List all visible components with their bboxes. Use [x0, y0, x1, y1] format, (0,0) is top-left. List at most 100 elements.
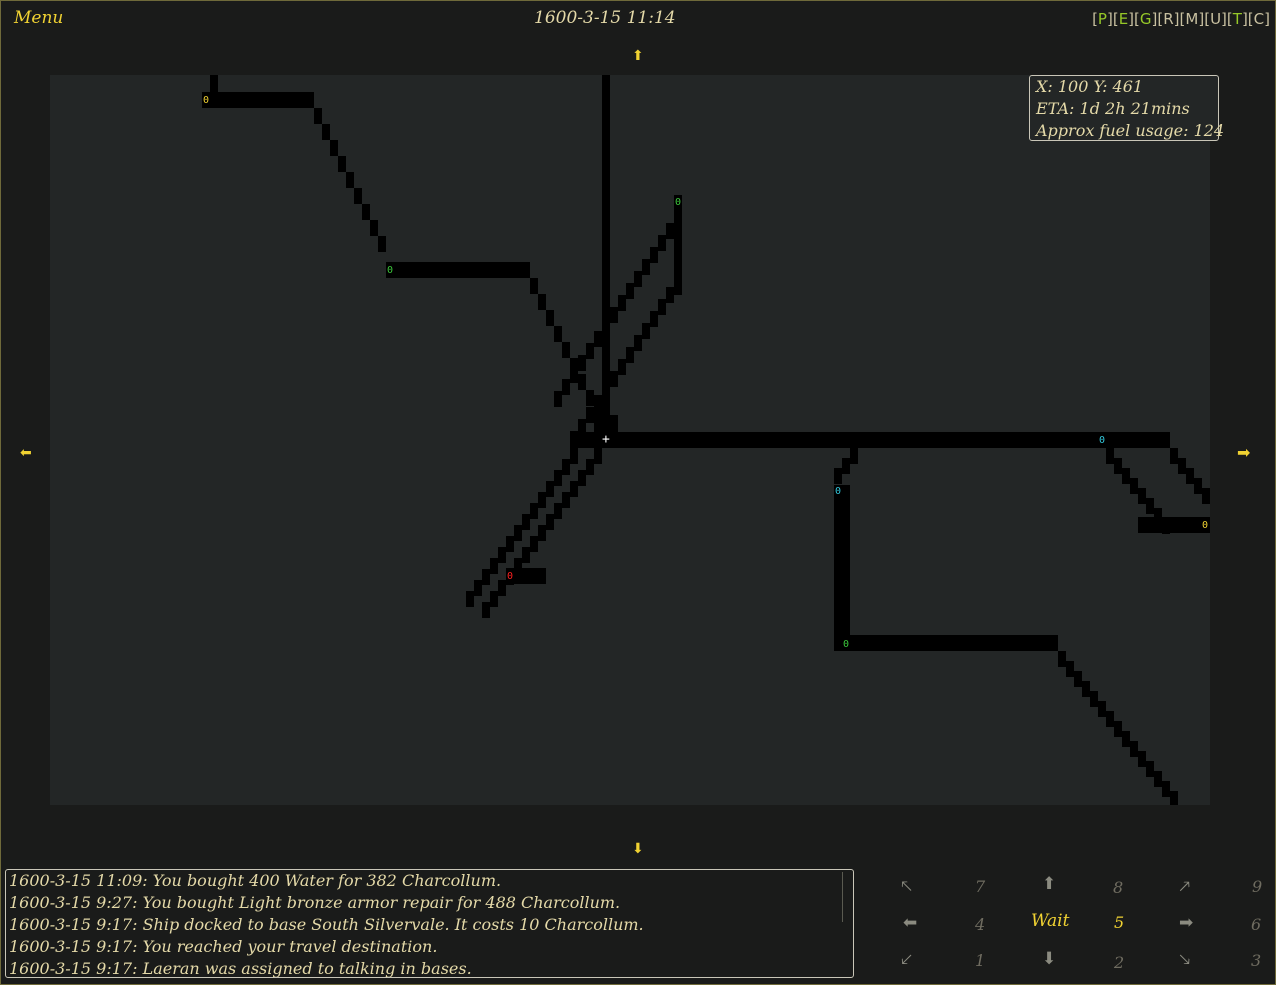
menu-button[interactable]: Menu [14, 8, 63, 28]
route-segment [538, 525, 546, 541]
key-hint: 6 [1251, 915, 1262, 934]
route-segment [554, 326, 562, 342]
fuel-usage: Approx fuel usage: 124 [1036, 121, 1225, 140]
route-segment [338, 156, 346, 172]
route-segment [466, 591, 474, 607]
map-base-marker[interactable]: 0 [835, 487, 841, 497]
route-segment [602, 383, 610, 399]
map-scroll-down-icon[interactable]: ⬇ [632, 842, 644, 856]
route-segment [634, 335, 642, 351]
route-segment [658, 235, 666, 251]
route-segment [514, 525, 522, 541]
route-segment [562, 379, 570, 395]
route-segment [586, 343, 594, 359]
travel-info-panel: X: 100 Y: 461 ETA: 1d 2h 21mins Approx f… [1029, 75, 1225, 141]
tab-upgrade[interactable]: U [1210, 10, 1221, 28]
log-scrollbar[interactable] [842, 872, 843, 922]
route-segment [1114, 721, 1122, 737]
route-segment [570, 367, 578, 383]
map-base-marker[interactable]: 0 [843, 640, 849, 650]
map-roads [202, 75, 1210, 805]
route-segment [562, 459, 570, 475]
route-segment [1146, 498, 1154, 514]
move-southeast-button[interactable]: 🡖 [1179, 947, 1190, 976]
route-segment [1122, 731, 1130, 747]
route-segment [1138, 751, 1146, 767]
move-west-button[interactable]: ⬅ [903, 913, 917, 933]
route-segment [490, 591, 498, 607]
move-south-button[interactable]: ⬇ [1042, 949, 1056, 969]
tab-pilot[interactable]: P [1098, 10, 1107, 28]
route-segment [1194, 478, 1202, 494]
key-hint: 4 [975, 915, 986, 934]
tab-engineer[interactable]: E [1119, 10, 1128, 28]
map-base-marker[interactable]: 0 [1099, 436, 1105, 446]
route-segment [1130, 741, 1138, 757]
route-segment [570, 481, 578, 497]
tab-cleaner[interactable]: C [1254, 10, 1264, 28]
sky-map[interactable]: 0 0 0 0 0 0 0 0 + [50, 75, 1210, 805]
route-segment [618, 359, 626, 375]
map-base-marker[interactable]: 0 [203, 96, 209, 106]
route-segment [506, 536, 514, 552]
route-segment [354, 188, 362, 204]
route-segment [1138, 488, 1146, 504]
route-segment [610, 371, 618, 387]
map-base-marker[interactable]: 0 [1202, 521, 1208, 531]
tab-medic[interactable]: M [1185, 10, 1198, 28]
route-segment [554, 391, 562, 407]
route-segment [1186, 468, 1194, 484]
route-segment [322, 124, 330, 140]
key-hint: 8 [1113, 878, 1124, 897]
route-segment [1162, 781, 1170, 797]
route-segment [346, 172, 354, 188]
top-tabs: [P][E][G][R][M][U][T][C] [1092, 10, 1270, 28]
route-segment [570, 432, 1170, 448]
route-segment [834, 468, 842, 484]
move-north-button[interactable]: ⬆ [1042, 874, 1056, 894]
key-hint: 3 [1251, 951, 1262, 970]
move-northeast-button[interactable]: 🡕 [1179, 874, 1190, 903]
map-base-marker[interactable]: 0 [675, 198, 681, 208]
route-segment [1130, 478, 1138, 494]
map-base-marker[interactable]: 0 [387, 266, 393, 276]
map-scroll-up-icon[interactable]: ⬆ [632, 49, 644, 63]
route-segment [850, 448, 858, 464]
route-segment [538, 492, 546, 508]
route-segment [562, 492, 570, 508]
route-segment [578, 419, 586, 435]
route-segment [1162, 518, 1170, 534]
tab-repair[interactable]: R [1163, 10, 1173, 28]
route-segment [530, 278, 538, 294]
travel-eta: ETA: 1d 2h 21mins [1036, 99, 1190, 118]
route-segment [674, 211, 682, 227]
wait-button[interactable]: Wait [1031, 911, 1069, 931]
route-segment [842, 458, 850, 474]
route-segment [610, 307, 618, 323]
route-segment [666, 287, 674, 303]
move-east-button[interactable]: ➡ [1179, 913, 1193, 933]
route-segment [594, 331, 602, 347]
move-southwest-button[interactable]: 🡗 [901, 947, 912, 976]
route-segment [370, 220, 378, 236]
move-northwest-button[interactable]: 🡔 [901, 874, 912, 903]
map-scroll-left-icon[interactable]: ⬅ [20, 446, 32, 460]
route-segment [202, 92, 314, 108]
log-message: 1600-3-15 9:17: Ship docked to base Sout… [9, 915, 644, 934]
route-segment [674, 275, 682, 291]
route-segment [1202, 488, 1210, 504]
log-message: 1600-3-15 9:27: You bought Light bronze … [9, 893, 621, 912]
tab-trader[interactable]: T [1233, 10, 1242, 28]
route-segment [578, 374, 586, 390]
map-scroll-right-icon[interactable]: ➡ [1237, 445, 1250, 461]
route-segment [586, 390, 594, 406]
route-segment [1122, 468, 1130, 484]
player-ship-cursor: + [602, 432, 610, 447]
route-segment [330, 140, 338, 156]
route-segment [1138, 517, 1210, 533]
route-segment [1170, 791, 1178, 805]
tab-gunner[interactable]: G [1140, 10, 1152, 28]
map-base-marker[interactable]: 0 [507, 572, 513, 582]
route-segment [1066, 661, 1074, 677]
message-log[interactable]: 1600-3-15 11:09: You bought 400 Water fo… [5, 869, 854, 978]
